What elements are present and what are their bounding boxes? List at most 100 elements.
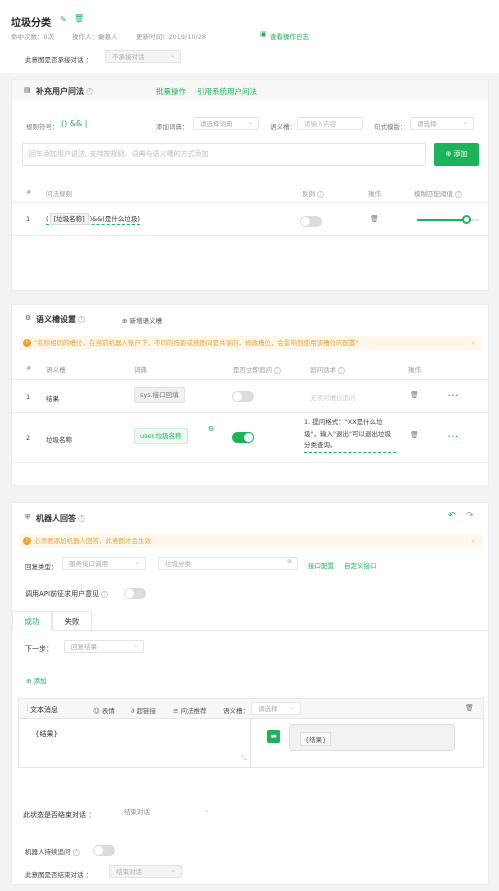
- preview-bubble: {结果}: [289, 724, 455, 751]
- result-tabs: 成功 失败: [12, 611, 488, 631]
- settings-icon[interactable]: ⚙: [208, 425, 214, 433]
- row-index: 1: [26, 215, 31, 223]
- row-index: 2: [26, 434, 31, 442]
- reply-type-label: 回复类型：: [25, 563, 58, 571]
- slot-name: 垃圾名称: [46, 436, 72, 444]
- hit-count: 命中次数：0次: [11, 33, 55, 41]
- smile-icon: ☺: [93, 707, 100, 715]
- col-index: #: [26, 364, 32, 372]
- row-index: 1: [26, 393, 31, 401]
- tab-fail[interactable]: 失败: [52, 611, 92, 631]
- plus-circle-icon: ⊕: [445, 150, 452, 158]
- delete-icon[interactable]: 🗑: [410, 391, 419, 399]
- col-negative: 反例?: [302, 188, 324, 198]
- rule-text[interactable]: ([垃圾名称])&&(是什么垃圾): [46, 213, 140, 225]
- slot-dict[interactable]: sys.接口回填: [134, 387, 185, 403]
- undo-icon[interactable]: ↶: [448, 511, 456, 521]
- delete-icon[interactable]: 🗑: [465, 704, 474, 712]
- warning-icon: !: [23, 537, 31, 545]
- update-time: 更新时间：2019/10/28: [136, 33, 206, 41]
- template-select[interactable]: 请选择 ⌄: [410, 117, 474, 130]
- col-dict: 词典: [134, 366, 147, 374]
- api-consent-toggle[interactable]: [124, 588, 146, 599]
- table-row: 2 垃圾名称 user.垃圾名称 ⚙ 1. 提问格式："XX是什么垃圾"，输入"…: [12, 413, 488, 461]
- ask-toggle[interactable]: [232, 432, 254, 443]
- add-slot-button[interactable]: ⊕ 新增语义槽: [122, 315, 162, 325]
- plus-circle-icon: ⊕: [26, 677, 32, 685]
- intent-title: 垃圾分类: [11, 18, 51, 29]
- emoji-button[interactable]: ☺ 表情: [93, 705, 115, 715]
- redo-icon[interactable]: ↷: [466, 511, 474, 521]
- col-operate: 操作: [368, 190, 381, 198]
- end-intent-select[interactable]: 结束对话 ⌄: [109, 865, 182, 878]
- close-icon[interactable]: ×: [471, 336, 476, 350]
- delete-icon[interactable]: 🗑: [370, 215, 379, 223]
- template-label: 句式模版：: [374, 123, 407, 131]
- col-slot: 语义槽: [46, 366, 66, 374]
- col-rule: 问法规则: [46, 190, 72, 198]
- add-utterance-button[interactable]: ⊕ 添加: [434, 143, 479, 166]
- slots-card: ⚙ 语义槽设置? ⊕ 新增语义槽 ! "名称相同的槽位，在当前机器人账户下，不同的…: [11, 304, 489, 486]
- list-icon: ≡: [173, 707, 179, 715]
- reply-type-select[interactable]: 服务接口调用 ⌄: [62, 557, 146, 570]
- end-dialog-select[interactable]: 结束对话 ⌄: [118, 806, 214, 819]
- continue-select[interactable]: 不承接对话 ⌄: [105, 50, 181, 63]
- service-select[interactable]: 垃圾分类 ⊗: [158, 557, 298, 570]
- followup-toggle[interactable]: [93, 845, 115, 856]
- slot-name: 结果: [46, 395, 59, 403]
- chat-icon: ▬: [267, 730, 280, 743]
- negative-toggle[interactable]: [300, 216, 322, 227]
- col-prompt: 追问话术?: [310, 364, 345, 374]
- resize-icon[interactable]: ⤡: [241, 755, 246, 763]
- dict-select[interactable]: 请选择词典 ⌄: [193, 117, 259, 130]
- slot-prompt[interactable]: 无须对槽位追问: [310, 392, 356, 402]
- intent-header: 垃圾分类 ✎ 🗑 命中次数：0次 操作人：癫慕人 更新时间：2019/10/28…: [0, 0, 499, 73]
- table-row: 1 结果 sys.接口回填 无须对槽位追问 🗑 ...: [12, 380, 488, 412]
- threshold-handle[interactable]: [462, 215, 471, 224]
- close-icon[interactable]: ×: [471, 534, 476, 548]
- delete-icon[interactable]: 🗑: [410, 431, 419, 439]
- link-icon: ∂: [131, 707, 135, 715]
- help-icon: ?: [86, 88, 93, 95]
- custom-interface-link[interactable]: 自定义接口: [344, 560, 377, 570]
- more-icon[interactable]: ...: [448, 431, 459, 439]
- warning-icon: !: [23, 339, 31, 347]
- col-ask: 是否立即追问?: [233, 364, 281, 374]
- add-reply-button[interactable]: ⊕ 添加: [26, 675, 47, 685]
- next-step-label: 下一步：: [25, 645, 53, 653]
- slots-warning: ! "名称相同的槽位，在当前机器人账户下，不同的技能或意图间是共享的，修改槽位，会…: [20, 336, 482, 350]
- text-area[interactable]: {结果} ⤡: [19, 719, 251, 767]
- reply-title: 机器人回答?: [36, 513, 85, 524]
- utterance-title: 补充用户问法?: [36, 86, 93, 97]
- utterance-input[interactable]: 回车添加用户说法, 支持按规则、词典与语义槽的方式添加: [22, 143, 426, 166]
- slot-prompt[interactable]: 1. 提问格式："XX是什么垃圾"，输入"退出"可以退出垃圾分类查询。: [304, 417, 396, 453]
- reference-button[interactable]: 引用系统用户问法: [197, 86, 257, 97]
- recommend-button[interactable]: ≡ 问法推荐: [173, 705, 207, 715]
- ask-toggle[interactable]: [232, 391, 254, 402]
- rule-symbols[interactable]: () && |: [61, 119, 88, 128]
- batch-button[interactable]: 批量操作: [156, 86, 186, 97]
- edit-icon[interactable]: ✎: [60, 15, 67, 24]
- slot-label: 语义槽：: [270, 123, 296, 131]
- log-icon: ▣: [260, 30, 267, 38]
- interface-config-link[interactable]: 接口配置: [308, 560, 334, 570]
- followup-label: 机器人持续追问?: [25, 846, 80, 856]
- col-index: #: [26, 188, 32, 196]
- slot-input[interactable]: 请输入内容: [297, 117, 363, 130]
- more-icon[interactable]: ...: [448, 390, 459, 398]
- message-type: 文本消息: [30, 706, 58, 714]
- tab-success[interactable]: 成功: [12, 611, 52, 631]
- editor-slot-select[interactable]: 请选择 ⌄: [251, 702, 301, 715]
- utterance-card: ▤ 补充用户问法? 批量操作 引用系统用户问法 规则符号： () && | 添加…: [11, 79, 489, 291]
- next-step-select[interactable]: 回复结果 ⌄: [64, 640, 144, 653]
- view-log-link[interactable]: 查看操作日志: [270, 31, 309, 41]
- trash-icon[interactable]: 🗑: [74, 14, 84, 23]
- slot-chip[interactable]: [垃圾名称]: [49, 213, 89, 225]
- continue-label: 此意图是否承接对话 ：: [25, 56, 93, 64]
- reply-card: ⛨ 机器人回答? ↶ ↷ ! 必须要添加机器人回答，此意图才会生效 × 回复类型： …: [11, 502, 489, 885]
- link-button[interactable]: ∂ 超链接: [131, 705, 156, 715]
- threshold-rest: [471, 219, 479, 221]
- slot-dict[interactable]: user.垃圾名称: [134, 428, 188, 444]
- plus-circle-icon: ⊕: [122, 317, 128, 325]
- table-row: 1 ([垃圾名称])&&(是什么垃圾) 🗑: [12, 203, 488, 229]
